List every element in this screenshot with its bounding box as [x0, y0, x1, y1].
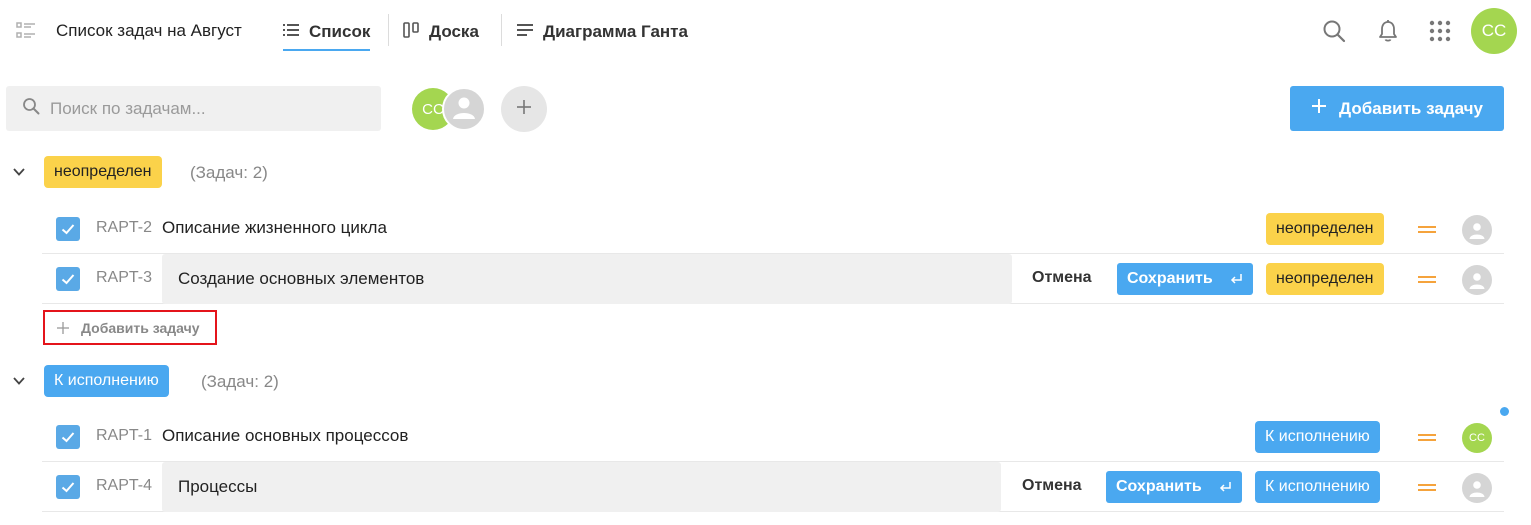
search-icon[interactable] — [1320, 17, 1348, 45]
assignee-avatar-empty[interactable] — [1462, 265, 1492, 295]
checkmark-icon — [61, 432, 75, 443]
tab-label: Доска — [429, 22, 479, 41]
task-list-icon[interactable] — [16, 21, 36, 41]
bell-icon[interactable] — [1374, 17, 1402, 45]
task-checkbox[interactable] — [56, 217, 80, 241]
task-checkbox[interactable] — [56, 425, 80, 449]
search-input[interactable] — [50, 98, 370, 119]
user-silhouette-icon — [451, 94, 477, 125]
tab-list[interactable]: Список — [283, 14, 371, 51]
add-task-inline-label: Добавить задачу — [81, 319, 200, 336]
task-key: RAPT-4 — [96, 477, 153, 494]
top-bar: Список задач на Август Список Доска Диаг… — [0, 0, 1531, 62]
assignee-avatar[interactable]: CC — [1462, 423, 1492, 453]
checkmark-icon — [61, 274, 75, 285]
task-title-input[interactable] — [162, 462, 1001, 512]
user-avatar[interactable]: CC — [1471, 8, 1517, 54]
search-bar[interactable] — [6, 86, 381, 131]
add-task-inline-button[interactable]: Добавить задачу — [43, 310, 217, 345]
enter-key-icon — [1230, 274, 1242, 284]
gantt-icon — [517, 23, 533, 42]
task-checkbox[interactable] — [56, 475, 80, 499]
task-row[interactable]: RAPT-2 Описание жизненного цикла неопред… — [42, 204, 1504, 254]
cancel-button[interactable]: Отмена — [1032, 269, 1092, 287]
task-checkbox[interactable] — [56, 267, 80, 291]
member-avatar-empty[interactable] — [442, 87, 486, 131]
enter-key-icon — [1219, 482, 1231, 492]
task-title[interactable]: Описание жизненного цикла — [162, 218, 387, 238]
task-title-edit-field[interactable] — [162, 462, 1001, 512]
priority-medium-icon[interactable] — [1418, 276, 1436, 283]
save-button[interactable]: Сохранить — [1106, 471, 1242, 503]
group-task-count: (Задач: 2) — [201, 372, 279, 391]
save-label: Сохранить — [1127, 270, 1213, 287]
plus-icon — [1311, 98, 1327, 119]
user-silhouette-icon — [1469, 273, 1485, 289]
plus-icon — [516, 99, 532, 120]
task-title[interactable]: Описание основных процессов — [162, 426, 408, 446]
add-task-button[interactable]: Добавить задачу — [1290, 86, 1504, 131]
assignee-avatar-empty[interactable] — [1462, 215, 1492, 245]
plus-icon — [57, 321, 69, 334]
checkmark-icon — [61, 482, 75, 493]
tab-label: Список — [309, 22, 371, 41]
group-task-count: (Задач: 2) — [190, 163, 268, 182]
search-icon — [22, 97, 40, 120]
chevron-down-icon[interactable] — [12, 374, 26, 388]
priority-medium-icon[interactable] — [1418, 226, 1436, 233]
task-row[interactable]: RAPT-1 Описание основных процессов К исп… — [42, 412, 1504, 462]
tab-divider — [388, 14, 389, 46]
priority-medium-icon[interactable] — [1418, 434, 1436, 441]
save-label: Сохранить — [1116, 478, 1202, 495]
priority-medium-icon[interactable] — [1418, 484, 1436, 491]
cancel-button[interactable]: Отмена — [1022, 477, 1082, 495]
tab-board[interactable]: Доска — [403, 14, 479, 50]
task-row-editing[interactable]: RAPT-3 Отмена Сохранить неопределен — [42, 254, 1504, 304]
group-status-chip[interactable]: К исполнению — [44, 365, 169, 397]
task-status-chip[interactable]: К исполнению — [1255, 471, 1380, 503]
task-status-chip[interactable]: неопределен — [1266, 213, 1384, 245]
user-silhouette-icon — [1469, 223, 1485, 239]
task-key: RAPT-1 — [96, 427, 153, 444]
tab-divider — [501, 14, 502, 46]
tab-label: Диаграмма Ганта — [543, 22, 688, 41]
list-icon — [283, 23, 299, 42]
task-title-edit-field[interactable] — [162, 254, 1012, 304]
save-button[interactable]: Сохранить — [1117, 263, 1253, 295]
group-status-chip[interactable]: неопределен — [44, 156, 162, 188]
checkmark-icon — [61, 224, 75, 235]
apps-grid-icon[interactable] — [1426, 17, 1454, 45]
board-icon — [403, 21, 419, 43]
user-silhouette-icon — [1469, 481, 1485, 497]
task-title-input[interactable] — [162, 254, 1012, 304]
project-title: Список задач на Август — [56, 21, 242, 40]
tab-gantt[interactable]: Диаграмма Ганта — [517, 14, 688, 50]
task-key: RAPT-2 — [96, 219, 153, 236]
add-task-label: Добавить задачу — [1339, 98, 1483, 118]
task-key: RAPT-3 — [96, 269, 153, 286]
task-status-chip[interactable]: неопределен — [1266, 263, 1384, 295]
task-status-chip[interactable]: К исполнению — [1255, 421, 1380, 453]
task-row-editing[interactable]: RAPT-4 Отмена Сохранить К исполнению — [42, 462, 1504, 512]
assignee-avatar-empty[interactable] — [1462, 473, 1492, 503]
add-member-button[interactable] — [501, 86, 547, 132]
chevron-down-icon[interactable] — [12, 165, 26, 179]
